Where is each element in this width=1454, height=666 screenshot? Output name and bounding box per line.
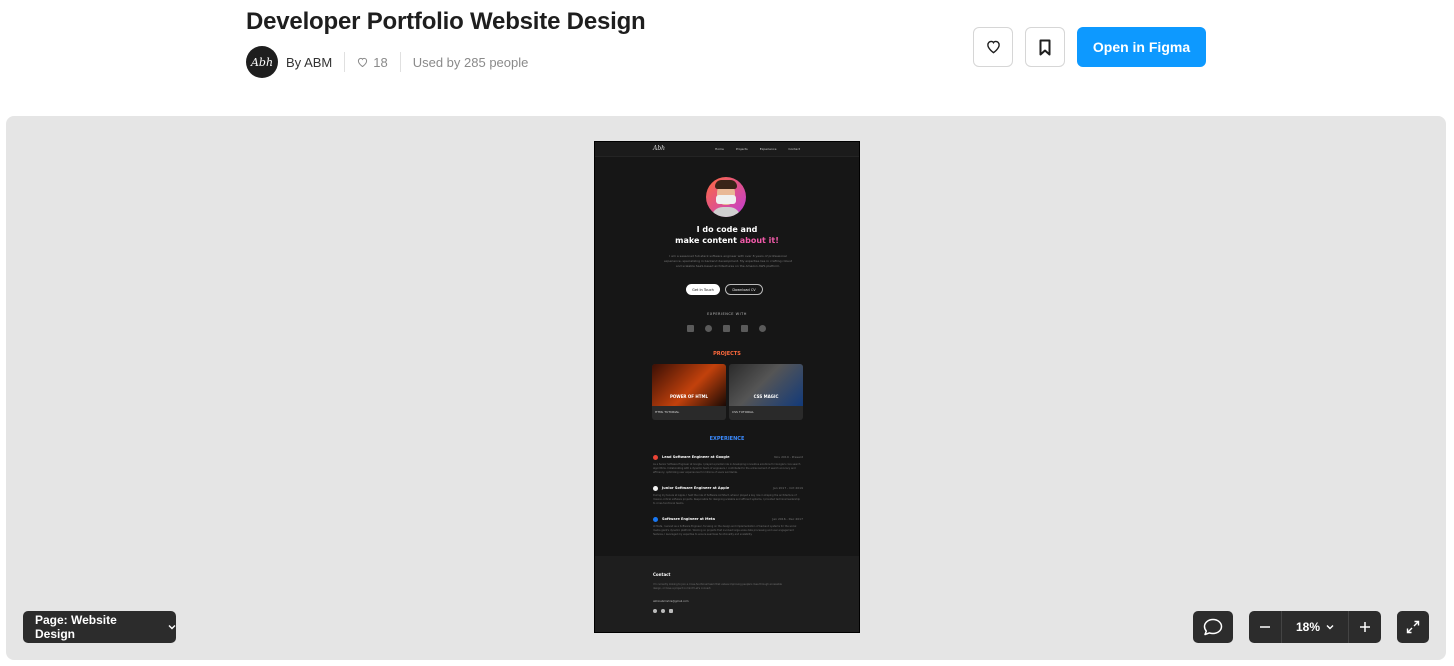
preview-experience-desc: At Meta, I served as a Software Engineer… [653,525,797,536]
preview-tech-icon [687,325,694,332]
preview-experience-dates: Nov 2019 - Present [774,455,803,459]
preview-nav-home: Home [715,147,724,151]
preview-hero-line2-plain: make content [675,236,740,245]
preview-tech-icon [741,325,748,332]
preview-experience-title: Junior Software Engineer at Apple [662,486,730,490]
preview-experience-desc: During my tenure at Apple, I held the ro… [653,494,800,505]
plus-icon [1360,622,1370,632]
author-avatar[interactable]: Abh [246,46,278,78]
preview-contact-email: abhinabmishra@gmail.com [653,600,689,603]
comment-button[interactable] [1193,611,1233,643]
design-frame[interactable]: Abh Home Projects Experience Contact I d… [594,141,860,633]
avatar-signature: Abh [250,55,274,69]
preview-project-card: POWER OF HTML HTML TUTORIAL [652,364,726,420]
meta-divider [399,52,401,72]
preview-projects-heading: PROJECTS [713,351,741,357]
preview-hero-line1: I do code and [696,225,758,234]
page-selector-label: Page: Website Design [35,613,117,641]
apple-icon [653,486,658,491]
preview-hero-avatar [706,177,746,217]
file-meta: Abh By ABM 18 Used by 285 people [246,46,528,78]
bookmark-icon [1039,39,1051,55]
like-button[interactable] [973,27,1013,67]
preview-project-image-text: CSS MAGIC [753,394,779,399]
preview-social-icon [661,609,665,613]
chevron-down-icon [1326,625,1334,630]
zoom-level-dropdown[interactable]: 18% [1282,611,1348,643]
preview-hero-paragraph: I am a seasoned full-stack software engi… [663,254,793,268]
preview-hero-accent: about it! [739,236,779,245]
usage-count: Used by 285 people [412,54,529,70]
author-name[interactable]: By ABM [286,55,332,70]
zoom-in-button[interactable] [1349,611,1381,643]
preview-nav-projects: Projects [735,147,748,151]
preview-project-image-text: POWER OF HTML [669,394,709,399]
preview-nav-links: Home Projects Experience Contact [715,147,800,151]
google-icon [653,455,658,460]
preview-nav-contact: Contact [788,147,801,151]
preview-project-image [729,364,803,406]
meta-divider [344,52,346,72]
preview-download-cv-button: Download CV [725,284,763,295]
preview-get-in-touch-button: Get In Touch [686,284,720,295]
preview-experience-title: Software Engineer at Meta [662,517,715,521]
preview-social-icon [669,609,673,613]
preview-project-footer: HTML TUTORIAL [655,410,680,414]
bookmark-button[interactable] [1025,27,1065,67]
preview-experience-heading: EXPERIENCE [709,436,745,442]
zoom-out-button[interactable] [1249,611,1281,643]
page-title: Developer Portfolio Website Design [246,8,646,35]
zoom-level-value: 18% [1295,620,1321,634]
preview-contact-text: I'm currently looking to join a cross-fu… [653,583,782,590]
preview-experience-dates: Jan 2017 - Oct 2019 [773,486,803,490]
preview-experience-title: Lead Software Engineer at Google [662,455,730,459]
chevron-down-icon [168,625,176,630]
likes-number: 18 [373,54,388,70]
heart-icon [986,40,1000,54]
heart-icon [358,57,368,67]
fullscreen-button[interactable] [1397,611,1429,643]
expand-icon [1406,620,1420,634]
preview-navbar: Abh Home Projects Experience Contact [595,142,859,157]
preview-experience-dates: Jan 2016 - Dec 2017 [772,517,803,521]
preview-tech-icon [759,325,766,332]
preview-hero-line2: make content about it! [595,235,859,246]
preview-contact-heading: Contact [653,572,671,577]
preview-contact-section: Contact I'm currently looking to join a … [595,556,859,632]
preview-logo: Abh [653,145,666,152]
minus-icon [1260,626,1270,628]
preview-social-icon [653,609,657,613]
page-selector[interactable]: Page: Website Design [23,611,176,643]
preview-tech-icon [705,325,712,332]
preview-project-image [652,364,726,406]
preview-experience-with-label: EXPERIENCE WITH [707,312,747,316]
preview-project-footer: CSS TUTORIAL [732,410,754,414]
preview-canvas[interactable]: Abh Home Projects Experience Contact I d… [6,116,1446,660]
meta-icon [653,517,658,522]
likes-count: 18 [357,54,388,70]
preview-tech-icon [723,325,730,332]
zoom-controls: 18% [1249,611,1381,643]
preview-nav-experience: Experience [759,147,777,151]
preview-experience-desc: As a Senior Software Engineer at Google,… [653,463,801,474]
comment-icon [1203,618,1223,636]
preview-project-card: CSS MAGIC CSS TUTORIAL [729,364,803,420]
open-in-figma-button[interactable]: Open in Figma [1077,27,1206,67]
